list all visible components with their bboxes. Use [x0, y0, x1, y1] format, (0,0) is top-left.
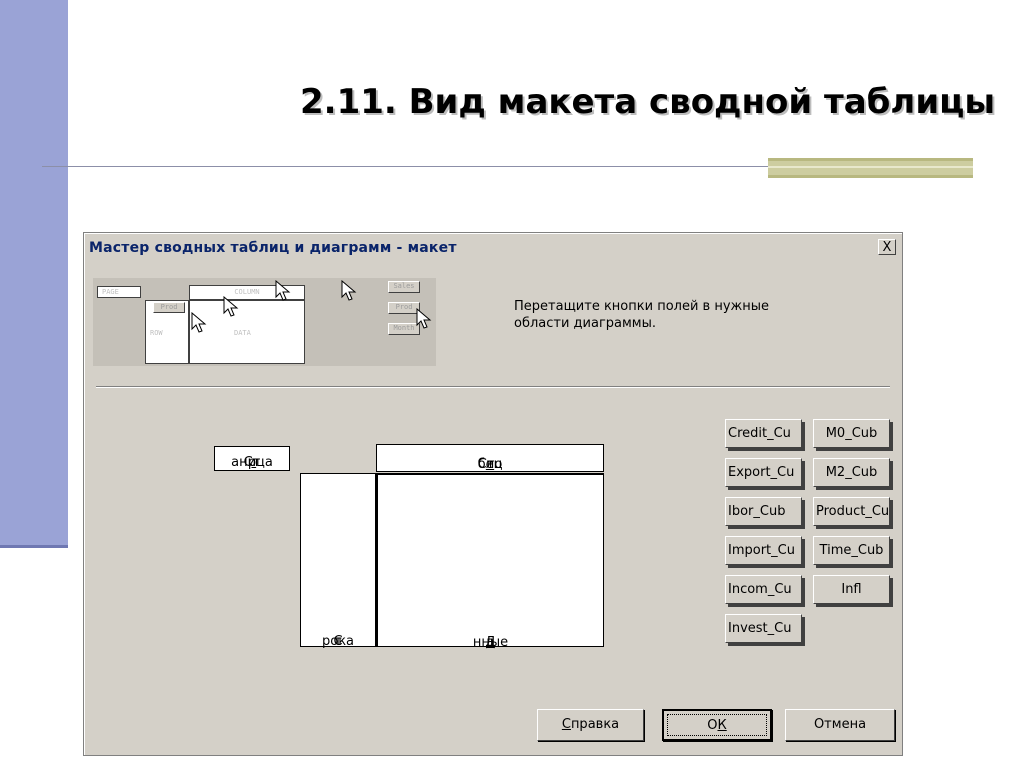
preview-field-sales: Sales	[388, 281, 420, 293]
field-button-m2[interactable]: M2_Cub	[813, 458, 890, 487]
help-button[interactable]: Справка	[537, 709, 644, 741]
preview-cursor-icon	[191, 312, 207, 333]
instructions-line: Перетащите кнопки полей в нужные	[514, 299, 769, 314]
layout-preview-image: PAGE COLUMN ROW DATA Prod Sales Prod Mon…	[93, 278, 436, 366]
title-rule	[42, 166, 772, 167]
close-button[interactable]: X	[878, 239, 896, 255]
close-icon: X	[882, 240, 892, 255]
field-button-time[interactable]: Time_Cub	[813, 536, 890, 565]
field-button-export[interactable]: Export_Cu	[725, 458, 802, 487]
preview-cursor-icon	[416, 308, 432, 329]
instructions-text: Перетащите кнопки полей в нужные области…	[514, 298, 834, 332]
field-button-ibor[interactable]: Ibor_Cub	[725, 497, 802, 526]
cancel-button[interactable]: Отмена	[785, 709, 895, 741]
ok-button[interactable]: ОК	[662, 709, 772, 741]
column-drop-area[interactable]: Сто л бец	[376, 444, 604, 472]
preview-cursor-icon	[341, 280, 357, 301]
dialog-separator	[96, 386, 890, 388]
dialog-titlebar[interactable]: Мастер сводных таблиц и диаграмм - макет…	[86, 235, 900, 261]
slide-side-bar	[0, 0, 68, 548]
pivot-layout-dialog: Мастер сводных таблиц и диаграмм - макет…	[83, 232, 903, 756]
field-button-import[interactable]: Import_Cu	[725, 536, 802, 565]
preview-prod-button: Prod	[153, 302, 185, 313]
data-drop-area[interactable]: Да нные	[376, 473, 604, 650]
field-button-infl[interactable]: Infl	[813, 575, 890, 604]
instructions-line: области диаграммы.	[514, 316, 657, 331]
preview-cursor-icon	[275, 280, 291, 301]
slide-title: 2.11. Вид макета сводной таблицы	[300, 82, 996, 122]
preview-page-box: PAGE	[97, 286, 141, 298]
page-drop-area[interactable]: Ст р аница	[214, 446, 290, 471]
field-button-credit[interactable]: Credit_Cu	[725, 419, 802, 448]
field-button-product[interactable]: Product_Cu	[813, 497, 890, 526]
preview-cursor-icon	[223, 296, 239, 317]
row-drop-area[interactable]: Ст рока	[300, 473, 376, 649]
dialog-title: Мастер сводных таблиц и диаграмм - макет	[89, 240, 457, 256]
ok-focus-ring: ОК	[667, 714, 767, 736]
field-button-m0[interactable]: M0_Cub	[813, 419, 890, 448]
title-accent-bar	[768, 158, 973, 178]
field-button-incom[interactable]: Incom_Cu	[725, 575, 802, 604]
field-button-invest[interactable]: Invest_Cu	[725, 614, 802, 643]
